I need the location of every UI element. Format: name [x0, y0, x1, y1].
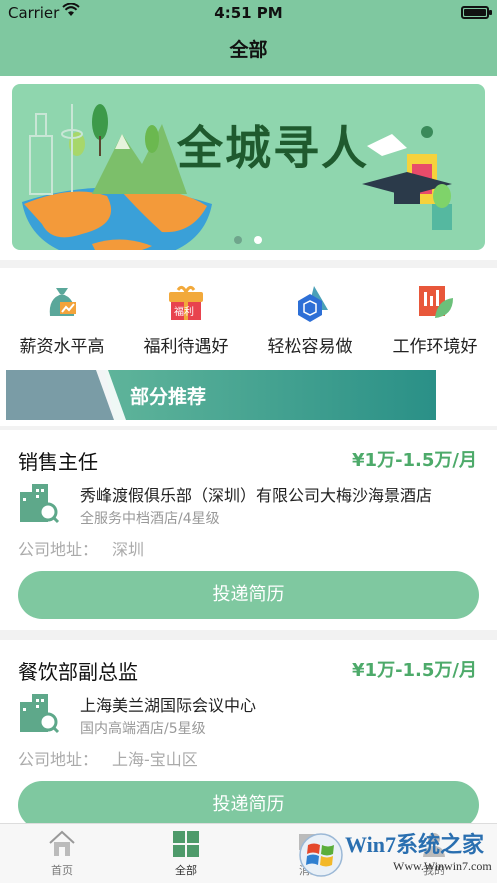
job-title: 餐饮部副总监 — [18, 660, 138, 684]
banner-title: 全城寻人 — [177, 121, 369, 175]
section-header: 部分推荐 — [0, 370, 497, 426]
job-card[interactable]: 餐饮部副总监 ¥1万-1.5万/月 上海美兰湖国际会议中心 国内高端酒店/5星级… — [0, 640, 497, 830]
category-label: 福利待遇好 — [143, 337, 229, 357]
page-indicator-dot-active[interactable] — [254, 236, 262, 244]
category-label: 工作环境好 — [392, 337, 478, 357]
category-easy[interactable]: 轻松容易做 — [248, 282, 372, 357]
company-type: 全服务中档酒店/4星级 — [80, 511, 220, 527]
windows-logo-icon — [299, 833, 343, 877]
category-salary[interactable]: 薪资水平高 — [0, 282, 124, 357]
category-label: 薪资水平高 — [19, 337, 105, 357]
building-leaf-icon — [415, 282, 455, 322]
tab-all[interactable]: 全部 — [124, 824, 248, 883]
section-header-accent — [6, 370, 114, 420]
company-name[interactable]: 秀峰渡假俱乐部（深圳）有限公司大梅沙海景酒店 — [80, 482, 432, 506]
job-salary: ¥1万-1.5万/月 — [352, 450, 477, 471]
address-label: 公司地址： — [18, 540, 99, 559]
watermark-url: Www.Winwin7.com — [393, 859, 492, 873]
battery-icon — [461, 6, 492, 19]
address-value: 上海-宝山区 — [112, 750, 198, 769]
company-type: 国内高端酒店/5星级 — [80, 721, 206, 737]
company-building-icon — [18, 482, 60, 524]
category-row: 薪资水平高 福利 福利待遇好 轻松容易做 工作环境好 — [0, 268, 497, 370]
apply-button[interactable]: 投递简历 — [18, 571, 479, 619]
address-label: 公司地址： — [18, 750, 99, 769]
watermark-text: Win7系统之家 — [345, 832, 484, 857]
promo-banner[interactable]: 全城寻人 — [12, 84, 485, 250]
gift-box-icon: 福利 — [166, 282, 206, 322]
cube-icon — [290, 282, 330, 322]
nav-bar: 全部 — [0, 26, 497, 76]
home-icon — [48, 830, 76, 858]
tab-home[interactable]: 首页 — [0, 824, 124, 883]
section-title: 部分推荐 — [130, 386, 207, 408]
apply-button[interactable]: 投递简历 — [18, 781, 479, 829]
tab-label: 首页 — [51, 864, 73, 877]
category-benefits[interactable]: 福利 福利待遇好 — [124, 282, 248, 357]
benefit-badge: 福利 — [174, 307, 194, 318]
watermark: Win7系统之家 Www.Winwin7.com — [297, 823, 497, 883]
banner-section: 全城寻人 — [0, 76, 497, 260]
category-environment[interactable]: 工作环境好 — [373, 282, 497, 357]
page-indicator-dot[interactable] — [234, 236, 242, 244]
job-title: 销售主任 — [18, 450, 98, 474]
job-salary: ¥1万-1.5万/月 — [352, 660, 477, 681]
page-title: 全部 — [229, 39, 268, 61]
status-bar: Carrier 4:51 PM — [0, 0, 497, 26]
company-name[interactable]: 上海美兰湖国际会议中心 — [80, 692, 256, 716]
tab-label: 全部 — [175, 864, 197, 877]
grid-icon — [172, 830, 200, 858]
money-bag-icon — [42, 282, 82, 322]
category-label: 轻松容易做 — [267, 337, 353, 357]
company-building-icon — [18, 692, 60, 734]
address-value: 深圳 — [112, 540, 145, 559]
job-card[interactable]: 销售主任 ¥1万-1.5万/月 秀峰渡假俱乐部（深圳）有限公司大梅沙海景酒店 全… — [0, 430, 497, 630]
clock: 4:51 PM — [214, 4, 283, 22]
